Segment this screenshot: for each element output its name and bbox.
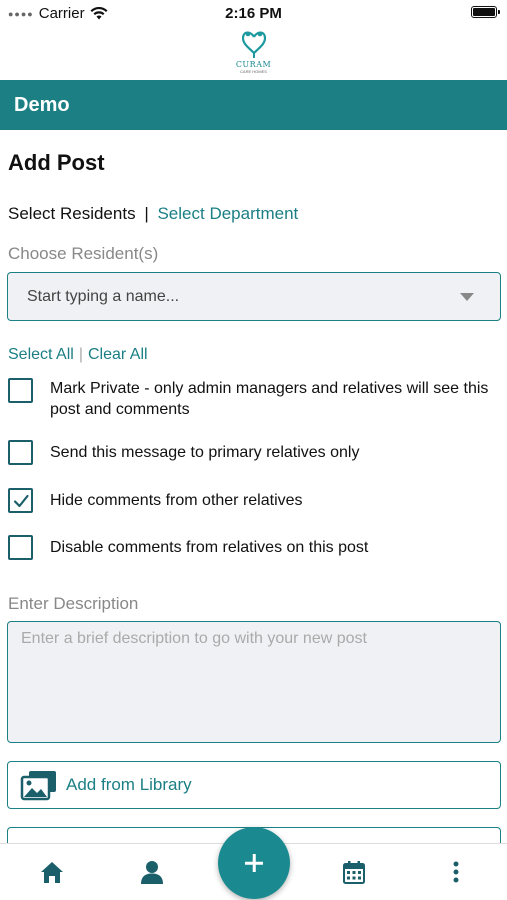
disable-comments-label: Disable comments from relatives on this … bbox=[50, 539, 369, 556]
logo-hearts-icon bbox=[241, 31, 266, 58]
mark-private-checkbox[interactable] bbox=[8, 378, 33, 403]
bulk-select-row: Select All | Clear All bbox=[8, 346, 148, 364]
checkmark-icon bbox=[13, 494, 29, 508]
page-title: Add Post bbox=[8, 150, 105, 175]
option-primary-relatives[interactable]: Send this message to primary relatives o… bbox=[8, 440, 505, 465]
description-field-label: Enter Description bbox=[8, 594, 139, 613]
add-from-library-button[interactable]: Add from Library bbox=[7, 761, 501, 809]
tab-select-department[interactable]: Select Department bbox=[157, 204, 298, 223]
hide-comments-label: Hide comments from other relatives bbox=[50, 492, 303, 509]
logo-subtitle: CARE HOMES bbox=[240, 69, 267, 74]
bulk-select-separator: | bbox=[78, 346, 83, 363]
user-icon[interactable] bbox=[138, 858, 166, 886]
caret-down-icon[interactable] bbox=[460, 293, 474, 301]
residents-field-label: Choose Resident(s) bbox=[8, 244, 159, 263]
primary-relatives-label: Send this message to primary relatives o… bbox=[50, 444, 360, 461]
photo-library-icon bbox=[20, 771, 56, 801]
resident-select-placeholder: Start typing a name... bbox=[27, 287, 180, 305]
hide-comments-checkbox[interactable] bbox=[8, 488, 33, 513]
option-hide-comments[interactable]: Hide comments from other relatives bbox=[8, 488, 505, 513]
app-bar: Demo bbox=[0, 80, 507, 130]
status-bar: ●●●● Carrier 2:16 PM bbox=[0, 0, 507, 28]
clear-all-link[interactable]: Clear All bbox=[88, 346, 148, 363]
logo-wordmark: CURAM bbox=[235, 60, 272, 69]
target-tabs: Select Residents | Select Department bbox=[8, 204, 298, 224]
home-icon[interactable] bbox=[38, 858, 66, 886]
calendar-icon[interactable] bbox=[340, 858, 368, 886]
select-all-link[interactable]: Select All bbox=[8, 346, 74, 363]
option-mark-private[interactable]: Mark Private - only admin managers and r… bbox=[8, 378, 505, 420]
add-icon[interactable] bbox=[218, 827, 290, 899]
tab-separator: | bbox=[144, 204, 149, 223]
status-time: 2:16 PM bbox=[225, 5, 282, 22]
description-placeholder: Enter a brief description to go with you… bbox=[21, 630, 367, 647]
option-disable-comments[interactable]: Disable comments from relatives on this … bbox=[8, 535, 505, 560]
app-bar-title: Demo bbox=[14, 93, 70, 116]
resident-select-input[interactable]: Start typing a name... bbox=[7, 272, 501, 321]
description-textarea[interactable]: Enter a brief description to go with you… bbox=[7, 621, 501, 743]
tab-select-residents[interactable]: Select Residents bbox=[8, 204, 136, 223]
primary-relatives-checkbox[interactable] bbox=[8, 440, 33, 465]
more-icon[interactable] bbox=[442, 858, 470, 886]
app-logo: CURAM CARE HOMES bbox=[229, 29, 279, 75]
disable-comments-checkbox[interactable] bbox=[8, 535, 33, 560]
add-from-library-label: Add from Library bbox=[66, 775, 192, 794]
mark-private-label: Mark Private - only admin managers and r… bbox=[50, 380, 489, 418]
battery-icon bbox=[471, 6, 500, 18]
